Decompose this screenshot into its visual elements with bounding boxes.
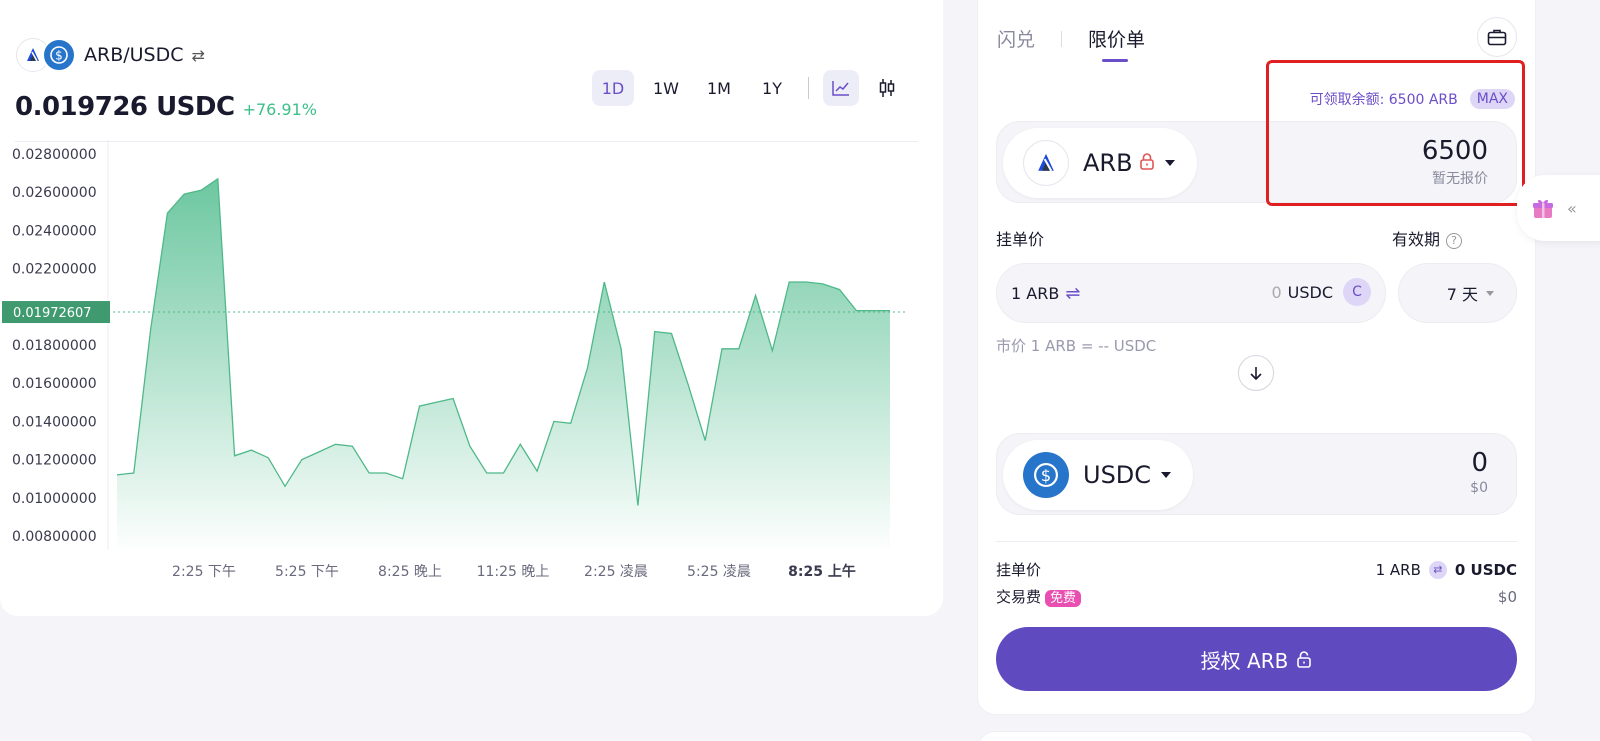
fee-label: 交易费: [996, 588, 1042, 606]
to-token-box: $ USDC 0 $0: [996, 433, 1517, 515]
collapse-chevron-icon[interactable]: «: [1567, 199, 1577, 218]
range-tab-1y[interactable]: 1Y: [751, 70, 793, 106]
tab-limit-order[interactable]: 限价单: [1088, 25, 1145, 62]
y-tick-label: 0.02200000: [12, 262, 97, 278]
invert-price-icon[interactable]: ⇌: [1065, 283, 1080, 304]
range-tab-1d[interactable]: 1D: [592, 70, 634, 106]
chevron-down-icon: [1164, 160, 1175, 166]
to-amount-value: 0: [1471, 448, 1488, 478]
fee-value: $0: [1497, 587, 1517, 606]
reset-price-button[interactable]: C: [1343, 278, 1371, 306]
current-price: 0.019726 USDC: [15, 92, 235, 122]
expiry-select[interactable]: 7 天: [1398, 263, 1517, 323]
usdc-icon: $: [1023, 452, 1069, 498]
expiry-label: 有效期: [1392, 230, 1441, 249]
trade-tabs: 闪兑 限价单: [997, 25, 1145, 62]
current-price-label: 0.01972607: [13, 306, 92, 321]
bottom-card: [977, 731, 1536, 741]
y-tick-label: 0.01000000: [12, 491, 97, 507]
expiry-value: 7 天: [1446, 285, 1478, 304]
from-token-selector[interactable]: ARB: [1003, 128, 1197, 198]
tab-separator: [1061, 30, 1063, 47]
unlock-icon: [1297, 651, 1312, 668]
svg-text:$: $: [55, 49, 63, 63]
x-tick-label: 2:25 凌晨: [584, 564, 648, 580]
summary-price-value: 1 ARB ⇄ 0 USDC: [1375, 560, 1517, 579]
briefcase-icon: [1487, 29, 1507, 46]
chevron-down-icon: [1161, 472, 1172, 478]
price-base: 1 ARB ⇌: [1011, 283, 1080, 304]
chart-area: [117, 178, 890, 549]
switch-direction-button[interactable]: [1238, 355, 1274, 391]
x-tick-label: 5:25 凌晨: [687, 564, 751, 580]
y-tick-label: 0.02800000: [12, 147, 97, 163]
y-tick-label: 0.01400000: [12, 414, 97, 430]
range-tab-1w[interactable]: 1W: [645, 70, 687, 106]
tab-separator: [808, 77, 809, 99]
price-quote: 0 USDC C: [1271, 278, 1371, 306]
y-tick-label: 0.00800000: [12, 529, 97, 545]
to-amount-usd: $0: [1470, 480, 1488, 496]
tab-swap[interactable]: 闪兑: [997, 25, 1035, 52]
range-tab-1m[interactable]: 1M: [698, 70, 740, 106]
line-chart-icon: [832, 81, 849, 96]
svg-text:$: $: [1041, 466, 1051, 485]
to-amount[interactable]: 0 $0: [1470, 448, 1488, 496]
pair-header[interactable]: $ ARB/USDC ⇄: [16, 38, 205, 72]
candlestick-icon: [879, 79, 895, 97]
fee-row: 交易费 免费 $0: [996, 586, 1517, 607]
arbitrum-icon: [1023, 140, 1069, 186]
summary-base: 1 ARB: [1375, 560, 1421, 579]
x-tick-label: 8:25 晚上: [378, 564, 442, 580]
approve-button[interactable]: 授权 ARB: [996, 627, 1517, 691]
expiry-label-wrap: 有效期?: [1392, 226, 1463, 250]
candlestick-button[interactable]: [869, 70, 905, 106]
y-tick-label: 0.01200000: [12, 453, 97, 469]
free-badge: 免费: [1045, 590, 1082, 607]
summary-price-label: 挂单价: [996, 561, 1042, 579]
approve-label: 授权 ARB: [1200, 648, 1289, 673]
y-tick-label: 0.02400000: [12, 223, 97, 239]
summary-quote: 0 USDC: [1454, 560, 1517, 579]
limit-price-input[interactable]: 1 ARB ⇌ 0 USDC C: [996, 263, 1386, 323]
range-tabs: 1D 1W 1M 1Y: [592, 70, 915, 106]
line-chart-button[interactable]: [823, 70, 859, 106]
summary-divider: [996, 541, 1517, 542]
y-tick-label: 0.02600000: [12, 185, 97, 201]
arrow-down-icon: [1250, 367, 1262, 381]
price-chart[interactable]: 0.02800000 0.02600000 0.02400000 0.02200000…: [0, 140, 930, 600]
price-row: 0.019726 USDC +76.91%: [15, 92, 317, 122]
x-tick-label: 5:25 下午: [275, 564, 339, 580]
y-tick-label: 0.01600000: [12, 376, 97, 392]
current-price-tag: 0.01972607: [2, 301, 110, 324]
to-token-selector[interactable]: $ USDC: [1003, 440, 1194, 510]
lock-icon: [1139, 152, 1155, 174]
price-value[interactable]: 0: [1271, 283, 1281, 302]
x-tick-label: 2:25 下午: [172, 564, 236, 580]
fee-label-wrap: 交易费 免费: [996, 586, 1082, 607]
price-change: +76.91%: [242, 100, 317, 119]
highlight-box: [1266, 60, 1525, 206]
x-tick-label: 11:25 晚上: [477, 564, 550, 580]
side-float-panel[interactable]: «: [1517, 175, 1600, 241]
swap-icon[interactable]: ⇄: [1428, 560, 1447, 579]
summary-price-row: 挂单价 1 ARB ⇄ 0 USDC: [996, 559, 1517, 580]
limit-price-label: 挂单价: [996, 230, 1045, 249]
to-token-name: USDC: [1083, 461, 1152, 489]
market-price-text: 市价 1 ARB = -- USDC: [996, 337, 1157, 355]
x-tick-label: 8:25 上午: [788, 563, 856, 580]
from-token-name: ARB: [1083, 149, 1133, 177]
gift-icon: [1533, 199, 1553, 218]
wallet-button[interactable]: [1477, 17, 1517, 57]
pair-name: ARB/USDC: [84, 44, 184, 66]
y-tick-label: 0.01800000: [12, 338, 97, 354]
price-unit: USDC: [1287, 282, 1333, 302]
usdc-icon: $: [42, 38, 76, 72]
chevron-down-icon: [1486, 290, 1494, 296]
swap-pair-icon[interactable]: ⇄: [192, 46, 205, 65]
help-icon[interactable]: ?: [1446, 232, 1463, 249]
price-base-label: 1 ARB: [1011, 284, 1060, 303]
